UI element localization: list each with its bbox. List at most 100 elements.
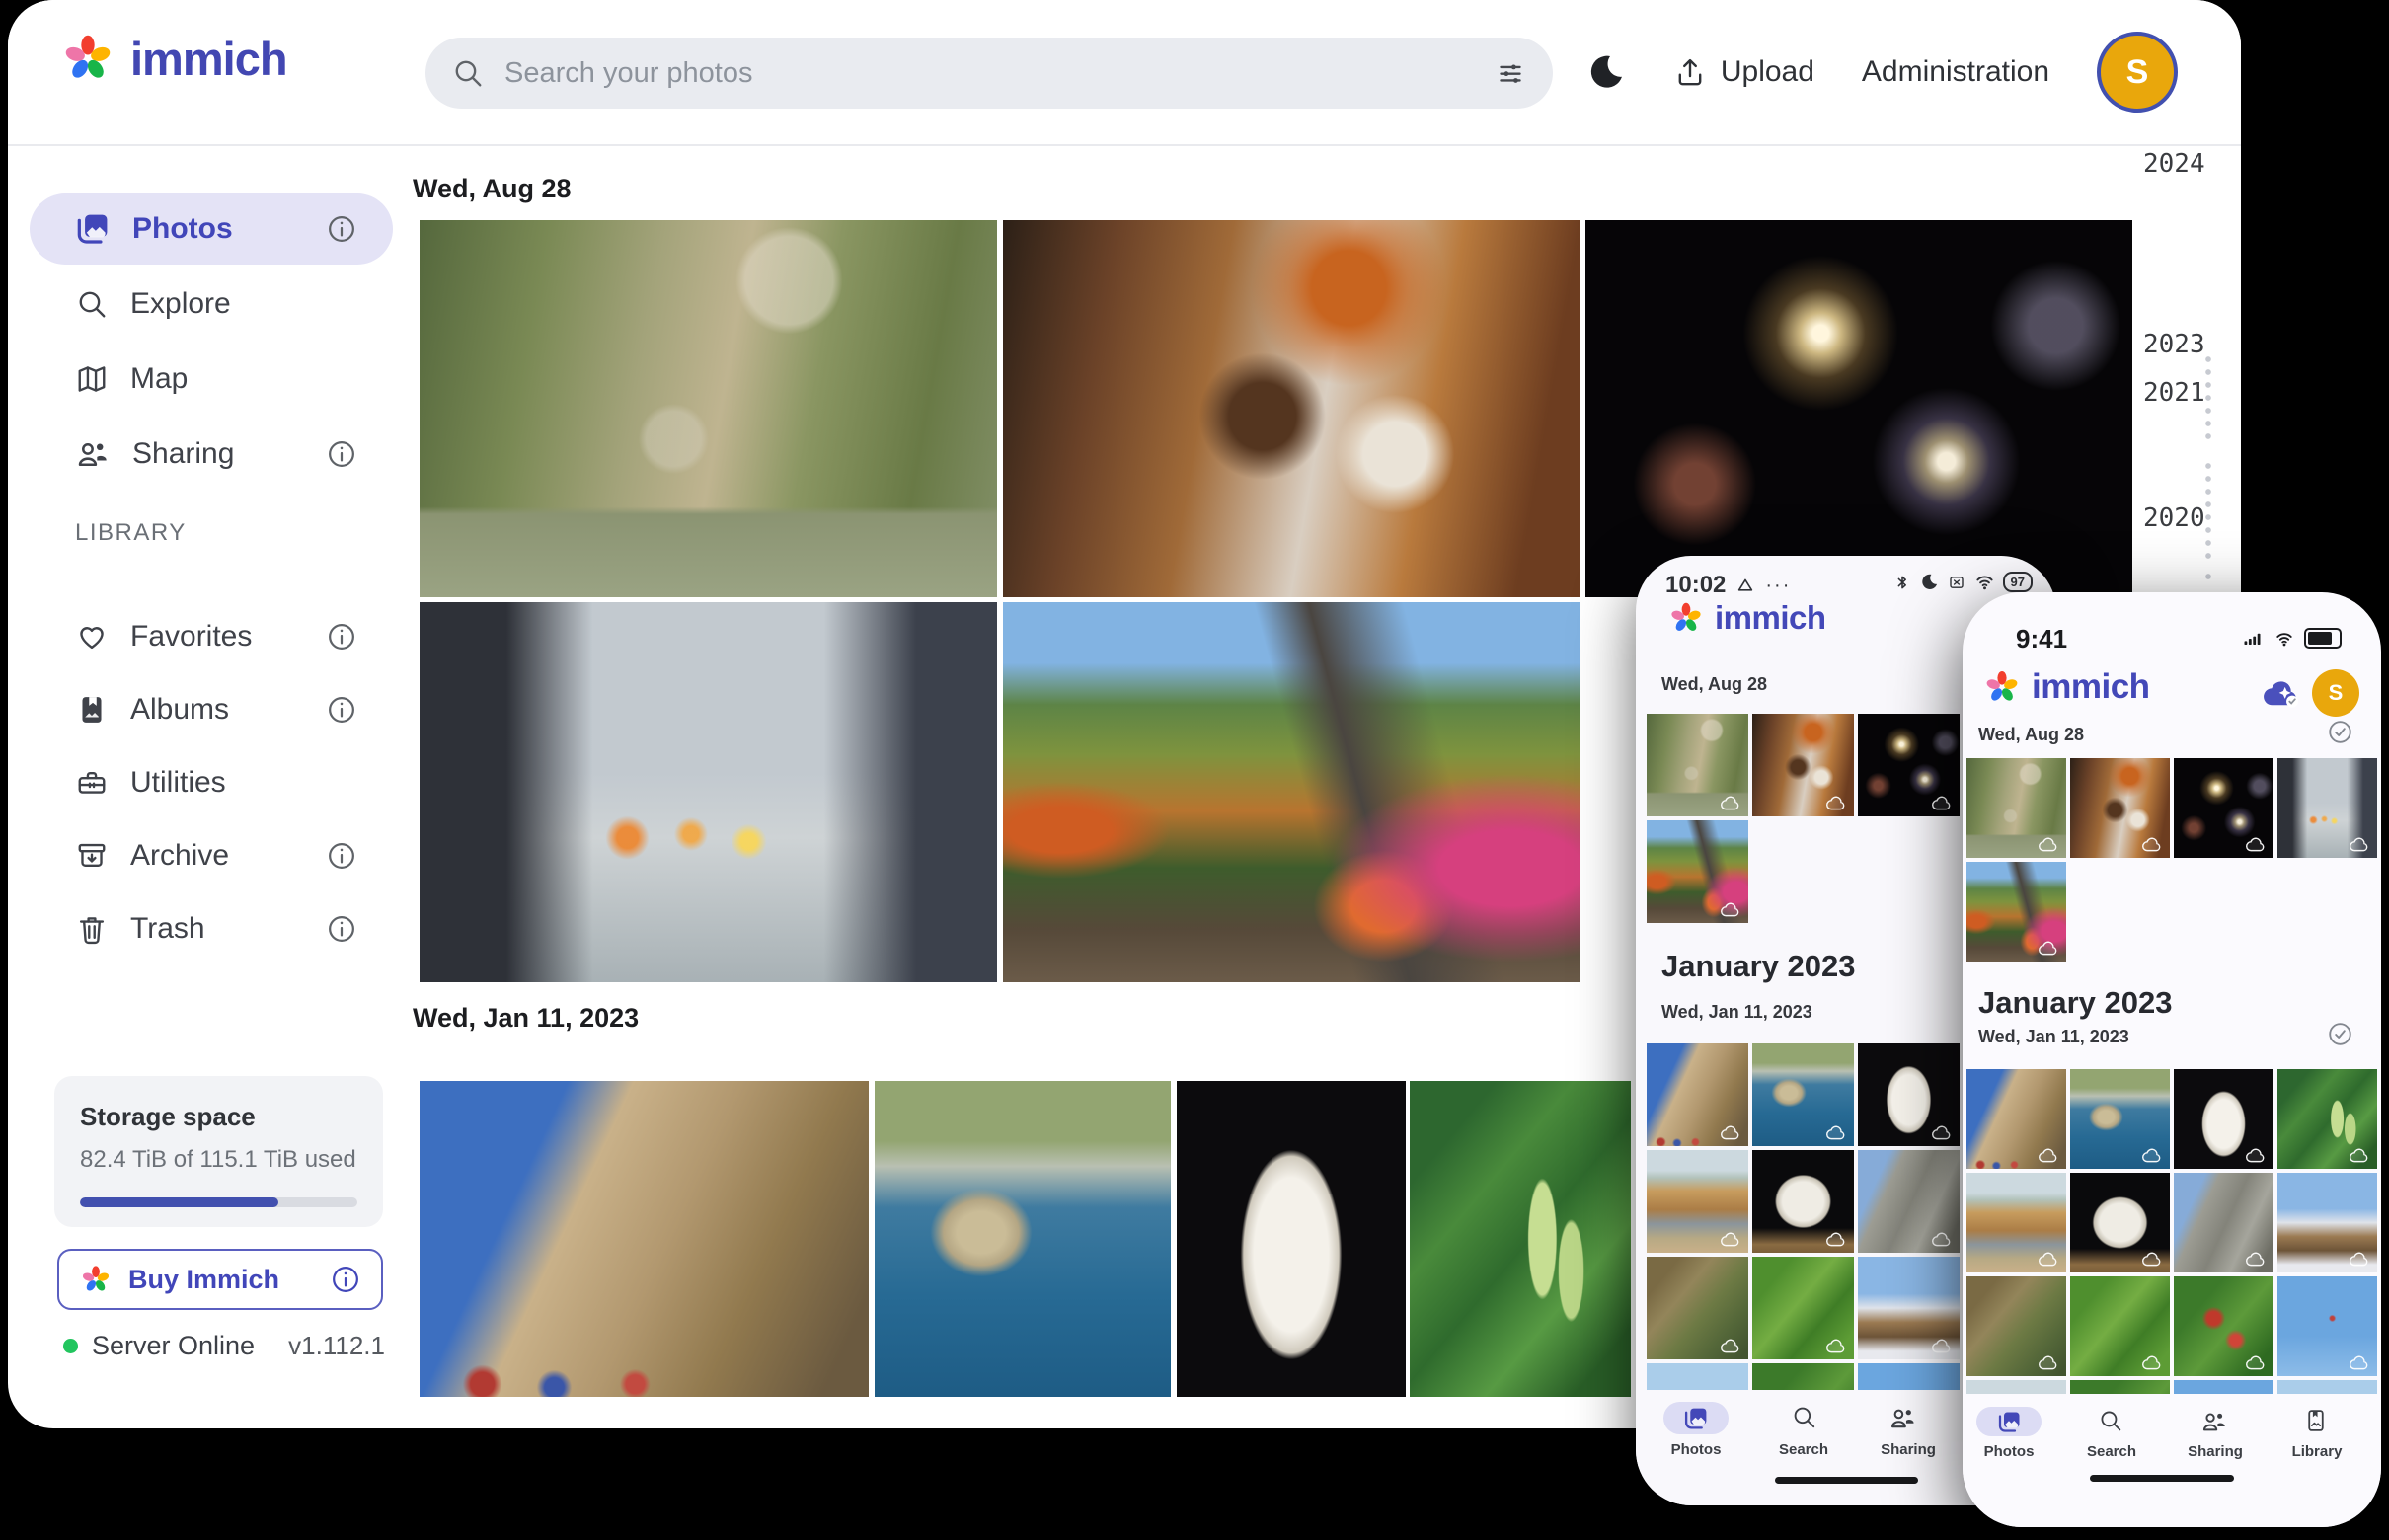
thumb-hands[interactable] xyxy=(2277,758,2377,858)
thumb-lizard-moss[interactable] xyxy=(2070,1276,2170,1376)
brand-wordmark: immich xyxy=(1715,599,1826,637)
photo-green-berries[interactable] xyxy=(1410,1081,1631,1397)
app-logo[interactable]: immich xyxy=(59,30,287,87)
library-icon xyxy=(2303,1408,2329,1433)
photo-holding-hands[interactable] xyxy=(420,602,997,982)
select-all-check-icon[interactable] xyxy=(2327,719,2353,745)
bluetooth-icon xyxy=(1892,573,1912,592)
thumb-stone-bust[interactable] xyxy=(2070,1173,2170,1272)
date-group-header: Wed, Jan 11, 2023 xyxy=(1978,1027,2129,1047)
server-status-row: Server Online v1.112.1 xyxy=(63,1331,385,1361)
photo-autumn-path[interactable] xyxy=(1003,602,1580,982)
favorites-icon xyxy=(75,620,109,654)
nav-label: Search xyxy=(2072,1443,2151,1460)
map-icon xyxy=(75,362,109,396)
thumb-stone-bust[interactable] xyxy=(1752,1150,1854,1253)
thumb-bust[interactable] xyxy=(2174,1069,2273,1169)
thumb-coastal[interactable] xyxy=(1752,1043,1854,1146)
sidebar-item-map[interactable]: Map xyxy=(30,344,393,415)
scrubber-year[interactable]: 2024 xyxy=(2143,149,2205,179)
cloud-backup-icon xyxy=(2140,1145,2164,1164)
sidebar-item-albums[interactable]: Albums xyxy=(30,674,393,745)
thumb-dinner[interactable] xyxy=(2070,758,2170,858)
photo-fireworks[interactable] xyxy=(1585,220,2132,597)
sidebar-item-photos[interactable]: Photos xyxy=(30,193,393,265)
nav-search[interactable] xyxy=(1784,1404,1823,1433)
nav-photos[interactable] xyxy=(1663,1402,1729,1434)
thumb-beach-cliff[interactable] xyxy=(1966,1173,2066,1272)
user-avatar[interactable]: S xyxy=(2312,669,2359,717)
cloud-backup-icon xyxy=(1719,1229,1742,1248)
search-filters-icon[interactable] xyxy=(1494,56,1527,90)
info-icon[interactable] xyxy=(326,438,357,470)
cloud-backup-icon xyxy=(2348,1145,2371,1164)
scrubber-dots xyxy=(2201,571,2215,584)
cloud-backup-icon xyxy=(2244,834,2268,853)
thumb-sky-bird[interactable] xyxy=(2277,1276,2377,1376)
thumb-fortress[interactable] xyxy=(1647,1043,1748,1146)
photo-coastal-town[interactable] xyxy=(875,1081,1171,1397)
sidebar-item-trash[interactable]: Trash xyxy=(30,893,393,964)
nav-search[interactable] xyxy=(2098,1408,2125,1435)
cloud-backup-icon xyxy=(2140,1249,2164,1268)
thumb-ruins[interactable] xyxy=(1858,1150,1960,1253)
select-all-check-icon[interactable] xyxy=(2327,1021,2353,1047)
search-input[interactable]: Search your photos xyxy=(425,38,1553,109)
thumb-monkeys[interactable] xyxy=(1647,714,1748,816)
thumb-lizard-moss[interactable] xyxy=(1752,1257,1854,1359)
cellular-signal-icon xyxy=(2240,629,2265,649)
photo-monkeys-jungle[interactable] xyxy=(420,220,997,597)
photos-icon xyxy=(75,211,111,247)
nav-photos[interactable] xyxy=(1976,1407,2042,1436)
photo-fortress-wall[interactable] xyxy=(420,1081,869,1397)
thumb-autumn[interactable] xyxy=(1647,820,1748,923)
thumb-moss-flowers[interactable] xyxy=(2174,1276,2273,1376)
explore-icon xyxy=(75,287,109,321)
nav-sharing[interactable] xyxy=(1888,1404,1928,1433)
thumb-dinner[interactable] xyxy=(1752,714,1854,816)
thumb-ruins[interactable] xyxy=(2174,1173,2273,1272)
user-avatar[interactable]: S xyxy=(2097,32,2178,113)
info-icon[interactable] xyxy=(326,213,357,245)
info-icon[interactable] xyxy=(326,840,357,872)
info-icon[interactable] xyxy=(326,694,357,726)
scrubber-year[interactable]: 2020 xyxy=(2143,503,2205,533)
thumb-beach-cliff[interactable] xyxy=(1647,1150,1748,1253)
thumb-lizard[interactable] xyxy=(1966,1276,2066,1376)
thumb-berries[interactable] xyxy=(2277,1069,2377,1169)
nav-library[interactable] xyxy=(2303,1408,2331,1435)
sidebar-item-utilities[interactable]: Utilities xyxy=(30,747,393,818)
info-icon[interactable] xyxy=(330,1264,361,1295)
thumb-fortress[interactable] xyxy=(1966,1069,2066,1169)
photo-marble-bust[interactable] xyxy=(1177,1081,1406,1397)
buy-immich-button[interactable]: Buy Immich xyxy=(57,1249,383,1310)
sidebar-item-favorites[interactable]: Favorites xyxy=(30,601,393,672)
thumb-monkeys[interactable] xyxy=(1966,758,2066,858)
sidebar-item-explore[interactable]: Explore xyxy=(30,269,393,340)
cloud-backup-icon xyxy=(2037,938,2060,957)
photo-dinner-table[interactable] xyxy=(1003,220,1580,597)
scrubber-year[interactable]: 2021 xyxy=(2143,378,2205,408)
thumb-fireworks[interactable] xyxy=(2174,758,2273,858)
thumb-snow-town[interactable] xyxy=(1858,1257,1960,1359)
scrubber-year[interactable]: 2023 xyxy=(2143,330,2205,359)
sidebar-item-archive[interactable]: Archive xyxy=(30,820,393,891)
nav-label: Photos xyxy=(1663,1441,1729,1458)
utilities-icon xyxy=(75,766,109,800)
thumb-winter-village[interactable] xyxy=(2277,1173,2377,1272)
storage-usage: 82.4 TiB of 115.1 TiB used xyxy=(80,1146,357,1174)
theme-toggle-icon[interactable] xyxy=(1586,52,1626,92)
nav-sharing[interactable] xyxy=(2200,1408,2230,1435)
info-icon[interactable] xyxy=(326,621,357,653)
backup-sync-icon[interactable] xyxy=(2259,673,2304,710)
upload-button[interactable]: Upload xyxy=(1673,55,1814,89)
thumb-fireworks[interactable] xyxy=(1858,714,1960,816)
sidebar-item-sharing[interactable]: Sharing xyxy=(30,419,393,490)
thumb-bust[interactable] xyxy=(1858,1043,1960,1146)
thumb-autumn[interactable] xyxy=(1966,862,2066,962)
info-icon[interactable] xyxy=(326,913,357,945)
administration-link[interactable]: Administration xyxy=(1862,55,2049,89)
thumb-lizard[interactable] xyxy=(1647,1257,1748,1359)
upload-label: Upload xyxy=(1721,55,1814,89)
thumb-coastal[interactable] xyxy=(2070,1069,2170,1169)
